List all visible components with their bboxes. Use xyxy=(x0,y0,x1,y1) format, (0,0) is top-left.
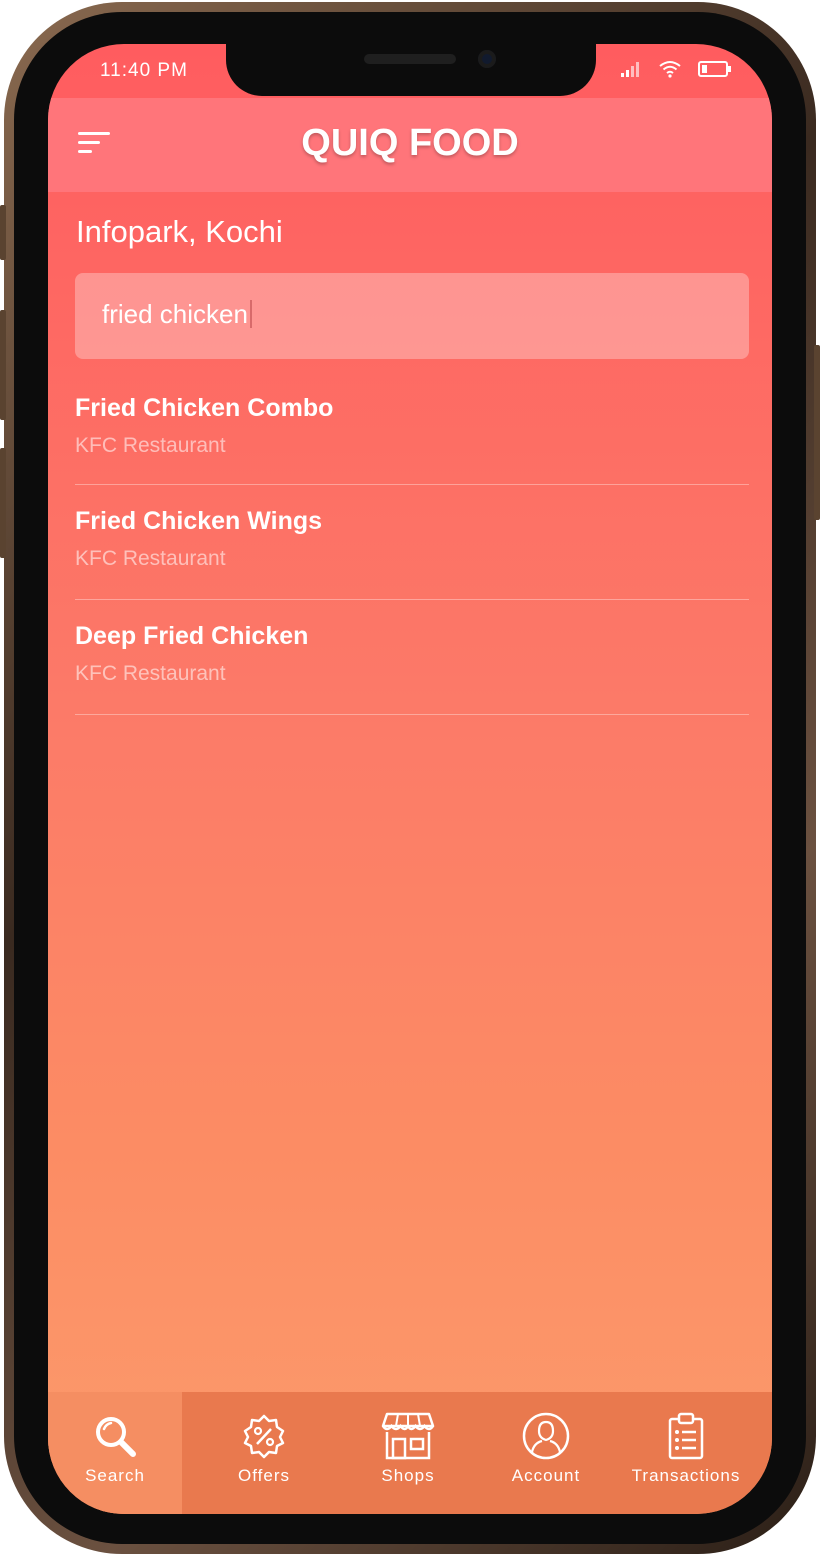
silent-switch xyxy=(0,205,6,260)
result-restaurant: KFC Restaurant xyxy=(75,662,226,685)
tab-label: Account xyxy=(511,1466,581,1485)
volume-down-button xyxy=(0,448,6,558)
result-restaurant: KFC Restaurant xyxy=(75,434,226,457)
app-header: QUIQ FOOD xyxy=(48,98,772,192)
tab-offers[interactable]: Offers xyxy=(182,1392,346,1514)
tab-label: Search xyxy=(85,1466,145,1485)
speaker xyxy=(364,54,456,64)
search-result-item[interactable]: Deep Fried Chicken KFC Restaurant xyxy=(75,600,749,715)
power-button xyxy=(814,345,820,520)
clipboard-list-icon xyxy=(668,1412,704,1460)
app-title: QUIQ FOOD xyxy=(301,122,519,164)
tab-label: Offers xyxy=(238,1466,290,1485)
battery-icon xyxy=(698,61,731,77)
status-time: 11:40 PM xyxy=(100,60,188,81)
tab-transactions[interactable]: Transactions xyxy=(622,1392,750,1514)
search-results-list: Fried Chicken Combo KFC Restaurant Fried… xyxy=(75,372,749,715)
tab-shops[interactable]: Shops xyxy=(346,1392,470,1514)
search-icon xyxy=(96,1417,136,1457)
search-result-item[interactable]: Fried Chicken Combo KFC Restaurant xyxy=(75,372,749,485)
user-icon xyxy=(522,1412,570,1460)
app-screen: 11:40 PM QUIQ FOOD Infopark, Kochi fried… xyxy=(48,44,772,1514)
search-input[interactable]: fried chicken xyxy=(75,273,749,359)
text-caret xyxy=(249,300,252,328)
shop-icon xyxy=(381,1412,435,1460)
search-input-value: fried chicken xyxy=(102,299,252,330)
result-title: Fried Chicken Wings xyxy=(75,507,323,535)
location-label[interactable]: Infopark, Kochi xyxy=(76,214,283,250)
result-restaurant: KFC Restaurant xyxy=(75,547,226,570)
front-camera xyxy=(478,50,496,68)
tab-label: Shops xyxy=(381,1466,435,1485)
result-title: Deep Fried Chicken xyxy=(75,622,309,650)
tab-label: Transactions xyxy=(631,1466,741,1485)
status-icons xyxy=(620,60,732,78)
search-result-item[interactable]: Fried Chicken Wings KFC Restaurant xyxy=(75,485,749,600)
signal-icon xyxy=(621,62,639,77)
tab-search[interactable]: Search xyxy=(48,1392,182,1514)
notch xyxy=(226,44,596,96)
wifi-icon xyxy=(659,61,681,78)
volume-up-button xyxy=(0,310,6,420)
offer-badge-icon xyxy=(243,1414,285,1459)
result-title: Fried Chicken Combo xyxy=(75,394,334,422)
tab-account[interactable]: Account xyxy=(470,1392,622,1514)
bottom-tab-bar: Search Offers Shops Account Transactions xyxy=(48,1392,772,1514)
